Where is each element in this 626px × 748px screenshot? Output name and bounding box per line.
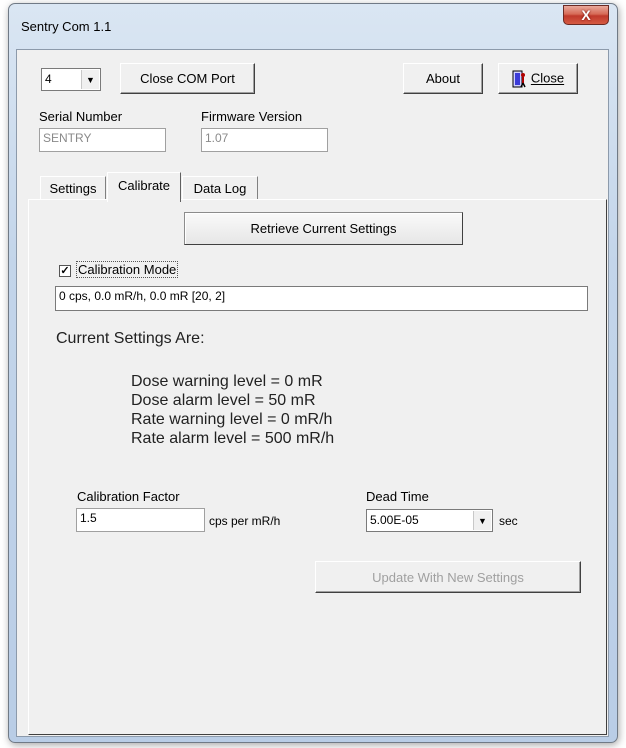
dead-time-value: 5.00E-05: [370, 513, 419, 527]
calibrate-panel: Retrieve Current Settings ✓ Calibration …: [28, 199, 607, 735]
close-button-label: Close: [530, 69, 565, 85]
calibration-mode-checkbox[interactable]: ✓: [59, 265, 71, 277]
tab-data-log[interactable]: Data Log: [182, 176, 258, 200]
close-button[interactable]: Close: [498, 63, 578, 94]
dead-time-unit: sec: [499, 514, 518, 528]
calibration-factor-label: Calibration Factor: [77, 489, 180, 504]
about-button[interactable]: About: [403, 63, 483, 94]
close-com-port-button[interactable]: Close COM Port: [120, 63, 255, 94]
rate-alarm-level: Rate alarm level = 500 mR/h: [131, 430, 335, 447]
firmware-version-label: Firmware Version: [201, 109, 303, 124]
calibration-mode-label[interactable]: Calibration Mode: [76, 261, 179, 278]
chevron-down-icon[interactable]: ▼: [81, 70, 99, 89]
com-port-select[interactable]: 4 ▼: [41, 68, 101, 91]
window-title: Sentry Com 1.1: [21, 19, 112, 34]
dead-time-label: Dead Time: [366, 489, 429, 504]
tab-calibrate[interactable]: Calibrate: [107, 172, 181, 202]
status-readout-field: 0 cps, 0.0 mR/h, 0.0 mR [20, 2]: [55, 286, 588, 311]
retrieve-settings-button[interactable]: Retrieve Current Settings: [184, 212, 463, 245]
serial-number-label: Serial Number: [39, 109, 123, 124]
tab-settings[interactable]: Settings: [40, 176, 106, 200]
calibration-factor-unit: cps per mR/h: [209, 514, 281, 528]
rate-warning-level: Rate warning level = 0 mR/h: [131, 411, 333, 428]
serial-number-field: SENTRY: [39, 128, 166, 152]
update-settings-button[interactable]: Update With New Settings: [315, 561, 581, 593]
app-window: Sentry Com 1.1 X 4 ▼ Close COM Port Abou…: [8, 3, 618, 743]
current-settings-heading: Current Settings Are:: [56, 330, 205, 347]
firmware-version-field: 1.07: [201, 128, 328, 152]
dose-warning-level: Dose warning level = 0 mR: [131, 373, 323, 390]
calibration-factor-input[interactable]: 1.5: [76, 508, 205, 532]
exit-door-icon: [512, 70, 526, 87]
title-bar[interactable]: Sentry Com 1.1 X: [9, 4, 617, 36]
chevron-down-icon[interactable]: ▼: [473, 511, 491, 530]
window-close-icon[interactable]: X: [563, 5, 609, 25]
dead-time-select[interactable]: 5.00E-05 ▼: [366, 509, 493, 532]
dose-alarm-level: Dose alarm level = 50 mR: [131, 392, 316, 409]
com-port-value: 4: [45, 72, 52, 86]
